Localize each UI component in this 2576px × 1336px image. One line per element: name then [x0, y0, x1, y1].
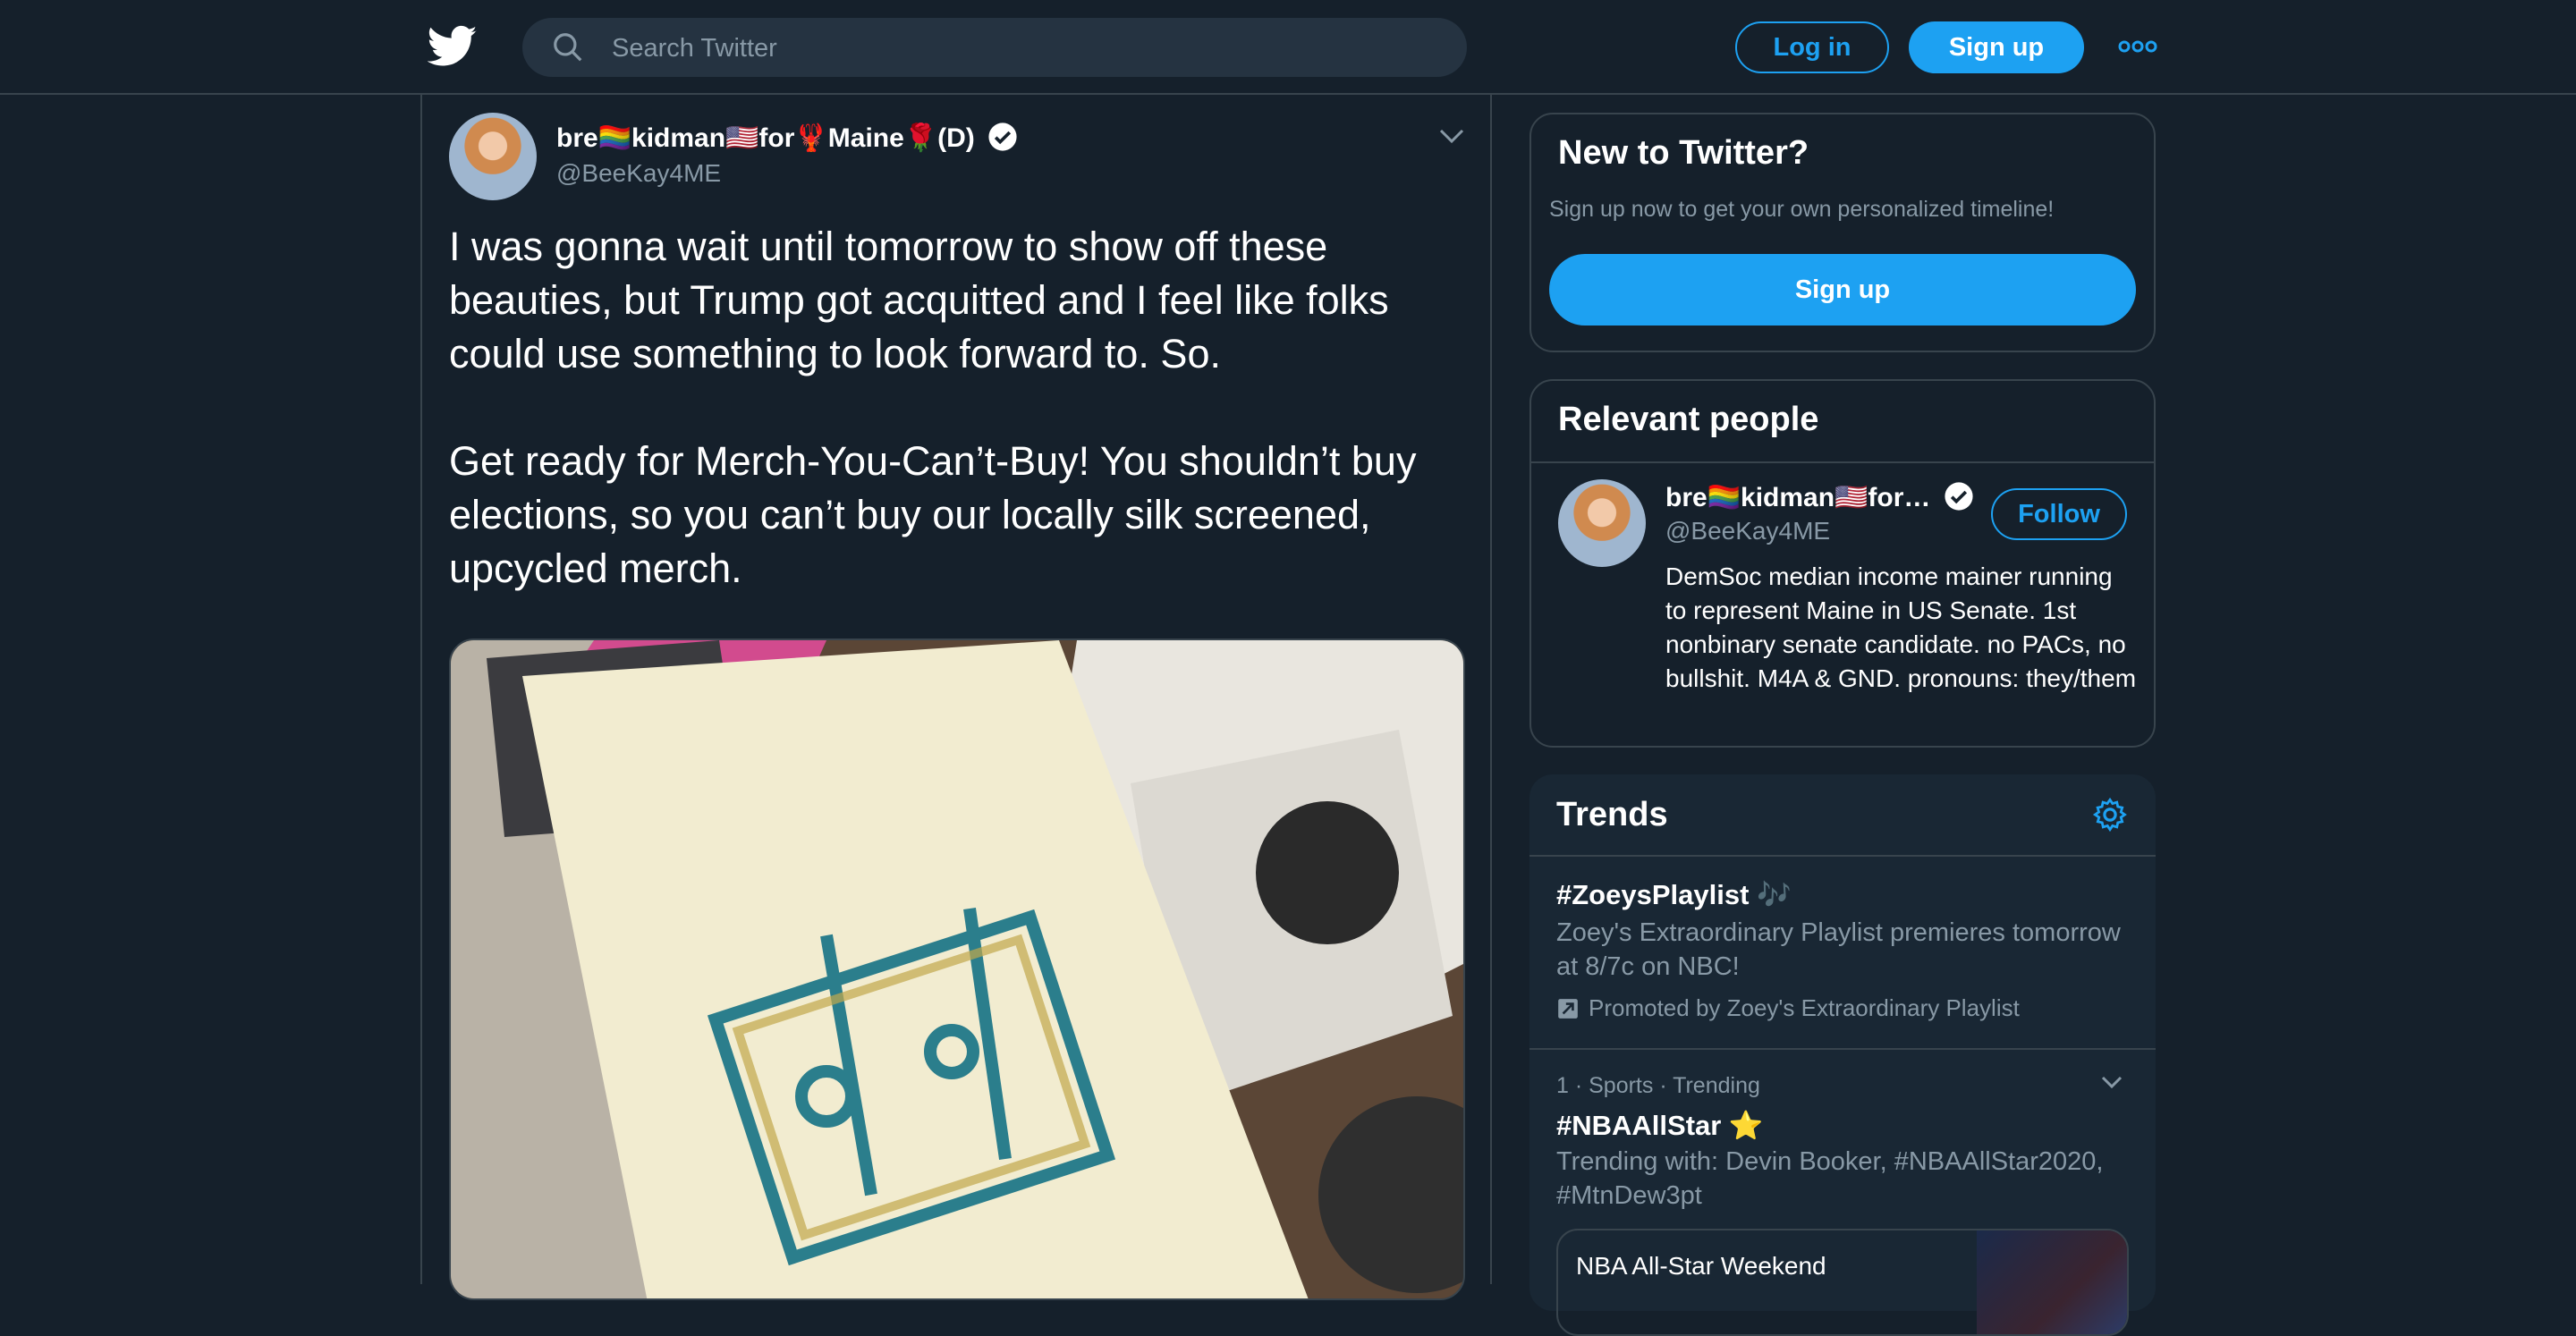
promoted-label: Promoted by Zoey's Extraordinary Playlis… — [1556, 994, 2020, 1022]
promoted-text: Promoted by Zoey's Extraordinary Playlis… — [1589, 994, 2020, 1021]
twitter-logo-icon[interactable] — [428, 23, 478, 70]
promoted-icon — [1558, 999, 1578, 1019]
person-name[interactable]: bre🏳️‍🌈kidman🇺🇸for… — [1665, 481, 1974, 513]
divider — [1530, 855, 2156, 857]
tweet-photo[interactable] — [449, 638, 1465, 1300]
follow-button[interactable]: Follow — [1991, 488, 2127, 540]
more-icon[interactable] — [2118, 39, 2157, 54]
author-avatar[interactable] — [449, 113, 537, 200]
trend-title: #NBAAllStar ⭐ — [1556, 1110, 1764, 1141]
trend-description: Zoey's Extraordinary Playlist premieres … — [1556, 918, 2121, 981]
new-to-twitter-card: New to Twitter? Sign up now to get your … — [1530, 113, 2156, 352]
author-handle[interactable]: @BeeKay4ME — [556, 159, 721, 188]
gear-icon[interactable] — [2091, 796, 2129, 833]
trends-card: Trends #ZoeysPlaylist 🎶 Zoey's Extraordi… — [1530, 774, 2156, 1336]
person-bio: DemSoc median income mainer running to r… — [1665, 562, 2137, 692]
login-button[interactable]: Log in — [1735, 21, 1889, 73]
signup-large-button[interactable]: Sign up — [1549, 254, 2136, 326]
news-card[interactable]: NBA All-Star Weekend — [1556, 1229, 2129, 1336]
news-headline: NBA All-Star Weekend — [1576, 1252, 1826, 1280]
chevron-down-icon[interactable] — [2100, 1075, 2123, 1091]
author-name[interactable]: bre🏳️‍🌈kidman🇺🇸for🦞Maine🌹(D) — [556, 122, 1018, 154]
person-name-text: bre🏳️‍🌈kidman🇺🇸for… — [1665, 483, 1931, 512]
trend-meta: 1 · Sports · Trending — [1556, 1073, 1760, 1098]
trend-description: Trending with: Devin Booker, #NBAAllStar… — [1556, 1147, 2104, 1210]
top-bar: Search Twitter Log in Sign up — [0, 0, 2576, 95]
trend-title: #ZoeysPlaylist 🎶 — [1556, 879, 1792, 910]
chevron-down-icon[interactable] — [1438, 127, 1465, 145]
relevant-people-card: Relevant people bre🏳️‍🌈kidman🇺🇸for… @Bee… — [1530, 379, 2156, 748]
trends-title: Trends — [1556, 796, 1668, 833]
person-avatar[interactable] — [1558, 479, 1646, 567]
person-handle[interactable]: @BeeKay4ME — [1665, 517, 1830, 545]
search-placeholder: Search Twitter — [612, 34, 777, 63]
new-to-twitter-title: New to Twitter? — [1558, 134, 1809, 172]
merch-photo-image — [451, 640, 1463, 1298]
divider — [1530, 1048, 2156, 1050]
tweet-text: I was gonna wait until tomorrow to show … — [449, 224, 1417, 591]
new-to-twitter-subtitle: Sign up now to get your own personalized… — [1549, 197, 2055, 222]
relevant-people-title: Relevant people — [1558, 401, 1819, 438]
search-input[interactable]: Search Twitter — [522, 18, 1467, 77]
signup-button[interactable]: Sign up — [1909, 21, 2084, 73]
verified-icon — [988, 123, 1017, 151]
search-icon — [554, 33, 582, 62]
tweet-column: bre🏳️‍🌈kidman🇺🇸for🦞Maine🌹(D) @BeeKay4ME … — [420, 95, 1492, 1300]
divider — [1531, 461, 2154, 463]
author-name-text: bre🏳️‍🌈kidman🇺🇸for🦞Maine🌹(D) — [556, 123, 975, 153]
news-thumbnail — [1977, 1230, 2127, 1334]
verified-icon — [1945, 482, 1973, 511]
